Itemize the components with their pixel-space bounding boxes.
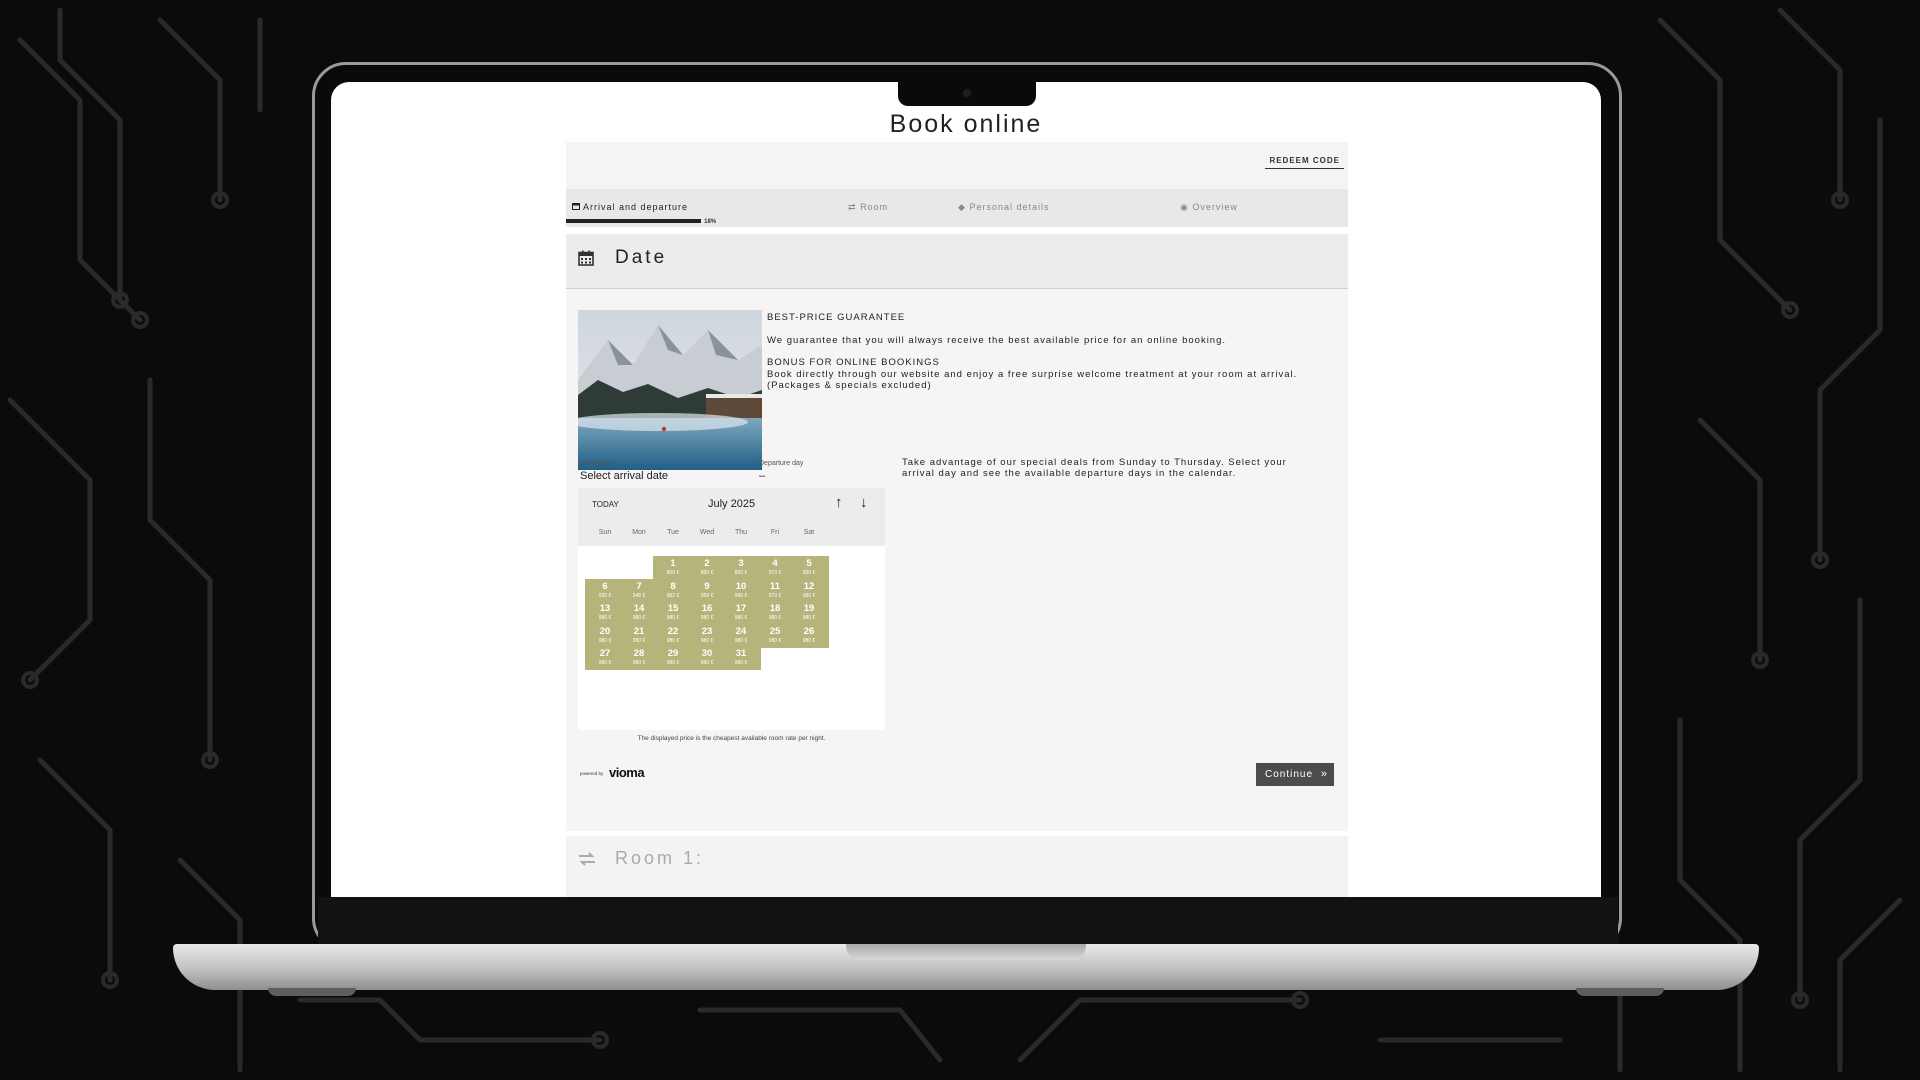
redeem-code-button[interactable]: REDEEM CODE bbox=[1265, 156, 1344, 169]
booking-steps: Arrival and departure ⇄ Room ◆ Personal … bbox=[566, 189, 1348, 227]
page-title: Book online bbox=[889, 110, 1043, 138]
bonus-heading: BONUS FOR ONLINE BOOKINGS bbox=[767, 357, 940, 368]
best-price-text: We guarantee that you will always receiv… bbox=[767, 334, 1227, 346]
calendar-day-price: 980 € bbox=[734, 660, 748, 666]
previous-month-arrow-icon[interactable]: ↑ bbox=[835, 494, 843, 511]
arrival-day-label: Arrival day bbox=[580, 460, 614, 467]
step-label: Personal details bbox=[969, 202, 1050, 212]
hotel-pool-image bbox=[578, 310, 762, 470]
next-month-arrow-icon[interactable]: ↓ bbox=[860, 494, 868, 511]
camera-notch bbox=[898, 82, 1036, 106]
laptop-foot-right bbox=[1576, 988, 1664, 996]
today-button[interactable]: TODAY bbox=[592, 500, 619, 509]
tag-icon: ◆ bbox=[958, 202, 966, 212]
price-disclaimer: The displayed price is the cheapest avai… bbox=[637, 735, 826, 742]
laptop-screen: Book online REDEEM CODE Arrival and depa… bbox=[331, 82, 1601, 897]
calendar-day-price: 930 € bbox=[802, 570, 816, 576]
double-chevron-right-icon: » bbox=[1320, 768, 1328, 780]
step-room[interactable]: ⇄ Room bbox=[848, 202, 888, 213]
calendar-day[interactable]: 12 980 € bbox=[789, 578, 829, 603]
step-overview[interactable]: ◉ Overview bbox=[1180, 202, 1238, 213]
calendar-day-price: 980 € bbox=[802, 637, 816, 644]
continue-button[interactable]: Continue » bbox=[1256, 763, 1334, 786]
calendar-day-price: 980 € bbox=[802, 592, 816, 599]
calendar-day-number: 19 bbox=[803, 603, 815, 614]
continue-label: Continue bbox=[1265, 769, 1314, 780]
availability-calendar: TODAY July 2025 ↑ ↓ Sun Mon Tue Wed Thu Fri Sa… bbox=[578, 488, 885, 730]
calendar-day[interactable]: 19 980 € bbox=[789, 601, 829, 625]
calendar-day[interactable]: 26 980 € bbox=[789, 623, 829, 648]
powered-by-label: powered by bbox=[580, 771, 604, 776]
step-arrival-departure[interactable]: Arrival and departure bbox=[572, 202, 688, 212]
arrival-day-field[interactable]: Select arrival date bbox=[580, 470, 668, 482]
room-section-title: Room 1: bbox=[615, 848, 705, 868]
laptop-opening-notch bbox=[846, 944, 1086, 960]
calendar-icon bbox=[578, 250, 594, 266]
eye-icon: ◉ bbox=[1180, 202, 1189, 212]
laptop-chin bbox=[318, 897, 1618, 945]
step-label: Overview bbox=[1192, 202, 1238, 212]
calendar-day[interactable]: 5 930 € bbox=[789, 556, 829, 580]
redeem-bar: REDEEM CODE bbox=[566, 142, 1348, 190]
step-personal-details[interactable]: ◆ Personal details bbox=[958, 202, 1049, 213]
departure-day-label: Departure day bbox=[759, 460, 804, 467]
calendar-day-number: 31 bbox=[735, 648, 747, 659]
calendar-day-number: 26 bbox=[803, 625, 815, 637]
calendar-icon bbox=[572, 203, 580, 210]
info-text-block: BEST-PRICE GUARANTEE We guarantee that y… bbox=[767, 312, 1327, 392]
best-price-heading: BEST-PRICE GUARANTEE bbox=[767, 312, 906, 323]
departure-day-field[interactable]: – bbox=[759, 470, 765, 482]
bonus-text: Book directly through our website and en… bbox=[767, 368, 1298, 392]
calendar-day[interactable]: 31 980 € bbox=[721, 646, 761, 670]
calendar-day-number: 12 bbox=[803, 580, 815, 592]
date-panel: BEST-PRICE GUARANTEE We guarantee that y… bbox=[566, 289, 1348, 831]
special-deals-text: Take advantage of our special deals from… bbox=[902, 457, 1287, 479]
calendar-day-number: 5 bbox=[806, 558, 812, 569]
progress-bar bbox=[566, 219, 702, 223]
date-section-title: Date bbox=[615, 247, 668, 268]
room-swap-icon bbox=[579, 852, 595, 866]
room-section-header[interactable]: Room 1: bbox=[566, 836, 1348, 897]
progress-label: 18% bbox=[704, 219, 717, 225]
step-label: Room bbox=[860, 202, 889, 212]
calendar-month: July 2025 bbox=[708, 498, 756, 510]
step-label: Arrival and departure bbox=[583, 202, 689, 212]
laptop-foot-left bbox=[268, 988, 356, 996]
camera-icon bbox=[963, 89, 971, 97]
room-icon: ⇄ bbox=[848, 202, 857, 212]
calendar-header: TODAY July 2025 ↑ ↓ Sun Mon Tue Wed Thu Fri Sa… bbox=[578, 488, 885, 546]
weekday-label: Sat bbox=[803, 529, 815, 536]
date-section-header[interactable]: Date bbox=[566, 234, 1348, 289]
calendar-day-price: 980 € bbox=[802, 615, 816, 621]
vioma-logo[interactable]: vioma bbox=[609, 765, 645, 780]
